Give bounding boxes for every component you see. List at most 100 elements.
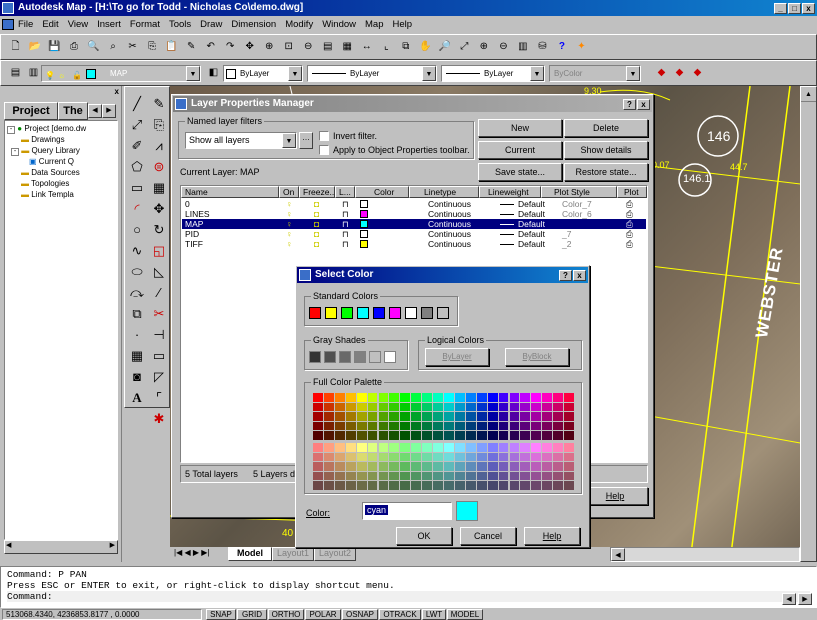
menu-item-window[interactable]: Window <box>322 19 356 30</box>
gray-shade-swatch[interactable] <box>339 351 351 363</box>
save-state-button[interactable]: Save state... <box>478 163 562 181</box>
palette-color-cell[interactable] <box>356 443 367 452</box>
palette-color-cell[interactable] <box>334 431 345 440</box>
palette-color-cell[interactable] <box>367 421 378 431</box>
palette-color-cell[interactable] <box>389 402 400 412</box>
tab-the[interactable]: The <box>58 102 88 120</box>
palette-color-cell[interactable] <box>476 402 487 412</box>
palette-color-cell[interactable] <box>367 431 378 440</box>
properties-icon[interactable]: ▤ <box>320 39 335 54</box>
palette-color-cell[interactable] <box>454 462 465 471</box>
palette-color-cell[interactable] <box>476 471 487 481</box>
palette-color-cell[interactable] <box>411 393 422 402</box>
realtime-pan-icon[interactable]: ✋ <box>418 39 433 54</box>
lightbulb-icon[interactable]: ♀ <box>286 209 292 219</box>
palette-color-cell[interactable] <box>411 402 422 412</box>
palette-color-cell[interactable] <box>345 402 356 412</box>
palette-color-cell[interactable] <box>553 481 564 490</box>
palette-color-cell[interactable] <box>564 402 574 412</box>
make-current-icon[interactable]: ▥ <box>26 65 41 80</box>
horizontal-scrollbar[interactable]: ◀ <box>610 547 800 562</box>
palette-color-cell[interactable] <box>509 462 520 471</box>
palette-color-cell[interactable] <box>465 443 476 452</box>
palette-color-cell[interactable] <box>476 481 487 490</box>
layer-linetype[interactable]: Continuous <box>428 199 471 209</box>
cancel-button[interactable]: Cancel <box>460 527 516 545</box>
col-freeze[interactable]: Freeze... <box>299 186 337 198</box>
palette-color-cell[interactable] <box>345 412 356 421</box>
palette-color-cell[interactable] <box>542 462 553 471</box>
palette-color-cell[interactable] <box>444 431 454 440</box>
tool-palette-icon[interactable]: ▥ <box>515 39 530 54</box>
tree-item-current-query[interactable]: ▣ Current Q <box>7 156 115 167</box>
standard-color-swatch[interactable] <box>357 307 369 319</box>
layer-color-swatch[interactable] <box>360 230 368 238</box>
scale-icon[interactable]: ◱ <box>149 240 169 261</box>
sun-icon[interactable]: ◘ <box>314 219 319 229</box>
table-row[interactable]: PID ♀ ◘ ⊓ Continuous Default _7 ⎙ <box>182 229 646 239</box>
palette-color-cell[interactable] <box>444 393 454 402</box>
palette-color-cell[interactable] <box>323 421 334 431</box>
status-toggle-otrack[interactable]: OTRACK <box>379 609 421 620</box>
palette-color-cell[interactable] <box>454 393 465 402</box>
palette-color-cell[interactable] <box>334 471 345 481</box>
palette-color-cell[interactable] <box>465 481 476 490</box>
palette-color-cell[interactable] <box>345 452 356 462</box>
palette-color-cell[interactable] <box>367 471 378 481</box>
palette-color-cell[interactable] <box>313 431 323 440</box>
palette-color-cell[interactable] <box>465 402 476 412</box>
palette-color-cell[interactable] <box>400 462 411 471</box>
zoom-icon[interactable]: ⊕ <box>262 39 277 54</box>
tab-layout1[interactable]: Layout1 <box>272 547 314 561</box>
extend-icon[interactable]: ⊣ <box>149 324 169 345</box>
palette-color-cell[interactable] <box>323 471 334 481</box>
apply-toolbar-checkbox[interactable] <box>319 145 329 155</box>
gray-shade-swatch[interactable] <box>384 351 396 363</box>
gray-shade-swatch[interactable] <box>309 351 321 363</box>
printer-icon[interactable]: ⎙ <box>626 219 633 229</box>
palette-color-cell[interactable] <box>564 393 574 402</box>
menu-item-file[interactable]: File <box>18 19 33 30</box>
palette-color-cell[interactable] <box>553 443 564 452</box>
palette-color-cell[interactable] <box>498 431 509 440</box>
palette-color-cell[interactable] <box>356 471 367 481</box>
scroll-left-icon[interactable]: ◀ <box>782 593 796 605</box>
palette-color-cell[interactable] <box>531 431 542 440</box>
col-color[interactable]: Color <box>355 186 409 198</box>
printer-icon[interactable]: ⎙ <box>626 209 633 219</box>
palette-color-cell[interactable] <box>444 421 454 431</box>
palette-color-cell[interactable] <box>400 471 411 481</box>
palette-color-cell[interactable] <box>444 412 454 421</box>
line-icon[interactable]: ╱ <box>127 93 147 114</box>
chamfer-icon[interactable]: ◸ <box>149 366 169 387</box>
palette-color-cell[interactable] <box>433 431 443 440</box>
palette-color-cell[interactable] <box>498 421 509 431</box>
help-icon[interactable]: ? <box>623 98 636 110</box>
palette-color-cell[interactable] <box>553 462 564 471</box>
palette-color-cell[interactable] <box>433 421 443 431</box>
palette-color-cell[interactable] <box>454 402 465 412</box>
palette-color-cell[interactable] <box>367 393 378 402</box>
sun-icon[interactable]: ◘ <box>314 209 319 219</box>
close-button[interactable]: x <box>802 2 815 14</box>
table-row[interactable]: LINES ♀ ◘ ⊓ Continuous Default Color_6 ⎙ <box>182 209 646 219</box>
palette-color-cell[interactable] <box>378 481 389 490</box>
palette-color-cell[interactable] <box>520 402 531 412</box>
lightbulb-icon[interactable]: ♀ <box>286 219 292 229</box>
palette-color-cell[interactable] <box>323 452 334 462</box>
palette-color-cell[interactable] <box>454 481 465 490</box>
linetype-dropdown[interactable]: ByLayer ▼ <box>307 65 437 82</box>
palette-color-cell[interactable] <box>454 471 465 481</box>
palette-color-cell[interactable] <box>454 452 465 462</box>
palette-color-cell[interactable] <box>313 393 323 402</box>
palette-color-cell[interactable] <box>564 421 574 431</box>
palette-color-cell[interactable] <box>334 421 345 431</box>
palette-color-cell[interactable] <box>345 421 356 431</box>
spline-icon[interactable]: ∿ <box>127 240 147 261</box>
palette-color-cell[interactable] <box>378 431 389 440</box>
palette-color-cell[interactable] <box>454 412 465 421</box>
text-icon[interactable]: A <box>127 387 147 408</box>
table-row[interactable]: MAP ♀ ◘ ⊓ Continuous Default ⎙ <box>182 219 646 229</box>
palette-color-cell[interactable] <box>411 431 422 440</box>
tab-scroll-left-icon[interactable]: ◀ <box>88 104 102 118</box>
